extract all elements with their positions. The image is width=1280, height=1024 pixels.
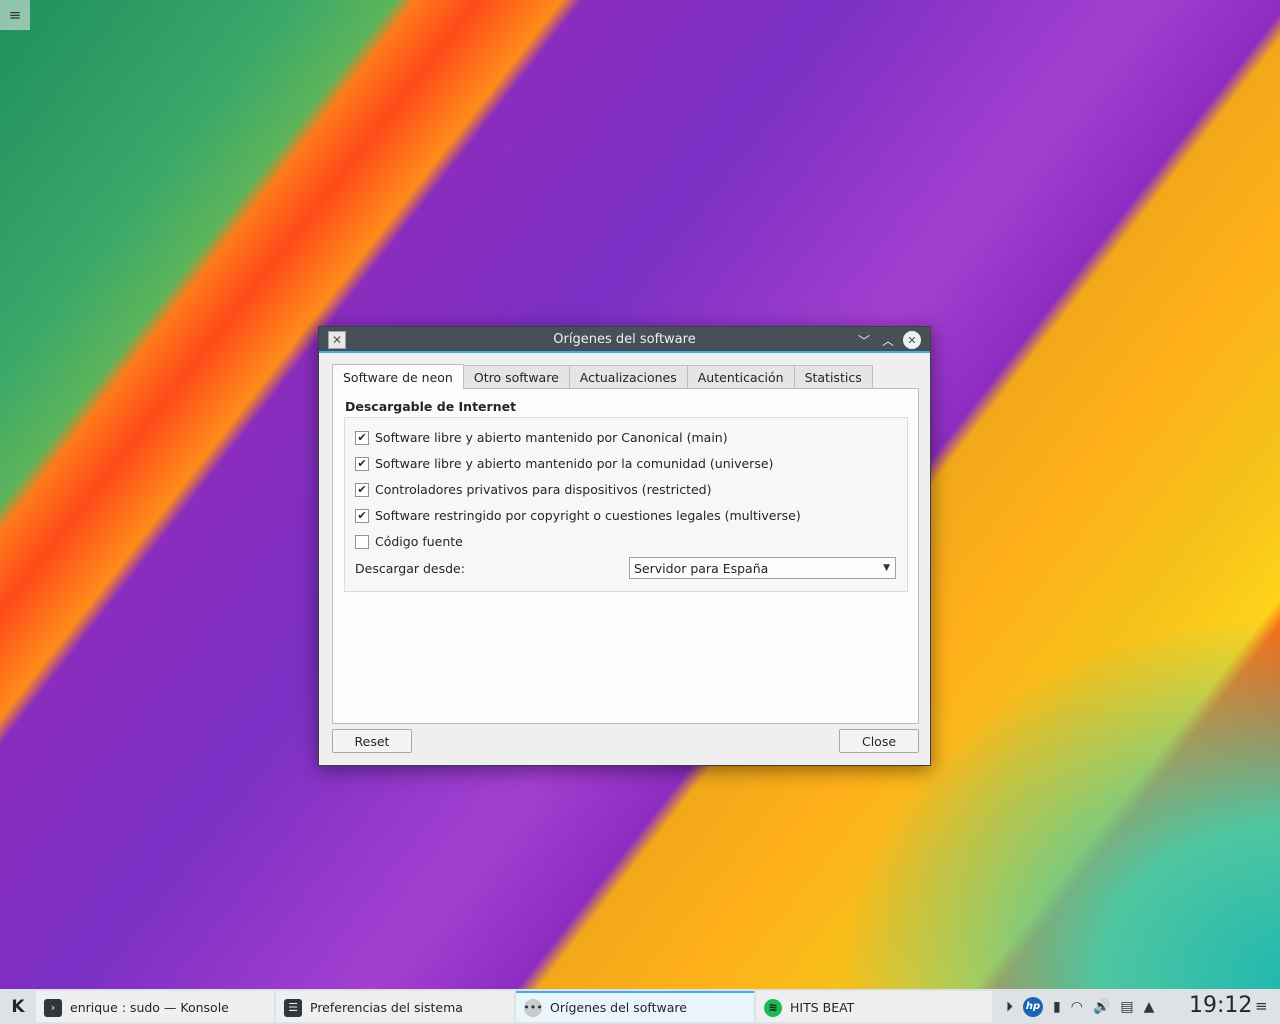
reset-button[interactable]: Reset [332, 729, 412, 753]
close-button[interactable]: Close [839, 729, 919, 753]
download-server-value: Servidor para España [634, 560, 769, 576]
option-source-code-label: Código fuente [375, 534, 463, 549]
wifi-icon[interactable]: ◠ [1071, 999, 1083, 1015]
media-player-icon[interactable]: ⏵ [1006, 999, 1013, 1015]
tray-expand-icon[interactable]: ▲ [1144, 999, 1155, 1015]
maximize-icon[interactable]: ︿ [879, 331, 897, 349]
close-window-icon[interactable]: ✕ [903, 331, 921, 349]
window-title: Orígenes del software [553, 331, 696, 347]
download-from-label: Descargar desde: [355, 561, 465, 576]
tab-bar: Software de neon Otro software Actualiza… [332, 364, 873, 389]
checkbox-universe[interactable]: ✔ [355, 456, 369, 471]
checkbox-restricted[interactable]: ✔ [355, 482, 369, 497]
option-restricted-label: Controladores privativos para dispositiv… [375, 482, 712, 497]
checkbox-multiverse[interactable]: ✔ [355, 508, 369, 523]
volume-icon[interactable]: 🔊 [1093, 999, 1110, 1015]
taskbar: K › enrique : sudo — Konsole ☰ Preferenc… [0, 989, 1280, 1024]
terminal-icon: › [44, 998, 62, 1017]
tab-statistics[interactable]: Statistics [793, 365, 873, 389]
task-preferences[interactable]: ☰ Preferencias del sistema [276, 991, 514, 1022]
task-software-sources[interactable]: ••• Orígenes del software [516, 991, 754, 1022]
panel-menu-icon[interactable]: ≡ [1255, 997, 1268, 1015]
software-sources-window: ✕ Orígenes del software ﹀ ︿ ✕ Software d… [318, 326, 931, 766]
option-multiverse-label: Software restringido por copyright o cue… [375, 508, 801, 523]
kde-launcher-icon[interactable]: K [0, 989, 36, 1024]
desktop-menu-hamburger-icon[interactable]: ≡ [0, 0, 30, 30]
option-universe[interactable]: ✔ Software libre y abierto mantenido por… [355, 456, 773, 471]
tab-software-de-neon[interactable]: Software de neon [332, 364, 464, 389]
minimize-icon[interactable]: ﹀ [855, 331, 873, 349]
hp-printer-icon[interactable]: hp [1023, 996, 1043, 1017]
tab-otro-software[interactable]: Otro software [462, 365, 570, 389]
software-sources-icon: ••• [523, 998, 543, 1017]
task-software-sources-label: Orígenes del software [550, 1000, 687, 1015]
task-preferences-label: Preferencias del sistema [310, 1000, 463, 1015]
system-tray: ⏵ hp ▮ ◠ 🔊 ▤ ▲ [1006, 989, 1164, 1024]
tab-panel: Descargable de Internet ✔ Software libre… [332, 388, 919, 724]
tab-autenticacion[interactable]: Autenticación [686, 365, 795, 389]
download-sources-group: ✔ Software libre y abierto mantenido por… [344, 417, 908, 592]
app-icon[interactable]: ✕ [328, 331, 346, 349]
clipboard-icon[interactable]: ▤ [1120, 999, 1133, 1015]
group-title: Descargable de Internet [345, 399, 517, 414]
clock[interactable]: 19:12 [1189, 993, 1252, 1018]
tab-actualizaciones[interactable]: Actualizaciones [568, 365, 688, 389]
checkbox-main[interactable]: ✔ [355, 430, 369, 445]
chevron-down-icon: ▼ [883, 563, 890, 573]
download-server-select[interactable]: Servidor para España ▼ [629, 557, 896, 579]
spotify-icon: ≋ [764, 998, 782, 1017]
window-body: Software de neon Otro software Actualiza… [319, 355, 930, 765]
settings-icon: ☰ [284, 998, 302, 1017]
option-main-label: Software libre y abierto mantenido por C… [375, 430, 728, 445]
task-konsole-label: enrique : sudo — Konsole [70, 1000, 229, 1015]
task-spotify-label: HITS BEAT [790, 1000, 855, 1015]
usb-device-icon[interactable]: ▮ [1053, 999, 1061, 1015]
option-source-code[interactable]: Código fuente [355, 534, 463, 549]
task-konsole[interactable]: › enrique : sudo — Konsole [36, 991, 274, 1022]
option-universe-label: Software libre y abierto mantenido por l… [375, 456, 774, 471]
checkbox-source-code[interactable] [355, 534, 369, 549]
window-titlebar[interactable]: ✕ Orígenes del software ﹀ ︿ ✕ [319, 327, 930, 353]
task-spotify[interactable]: ≋ HITS BEAT [756, 991, 992, 1022]
option-multiverse[interactable]: ✔ Software restringido por copyright o c… [355, 508, 801, 523]
option-main[interactable]: ✔ Software libre y abierto mantenido por… [355, 430, 728, 445]
option-restricted[interactable]: ✔ Controladores privativos para disposit… [355, 482, 711, 497]
